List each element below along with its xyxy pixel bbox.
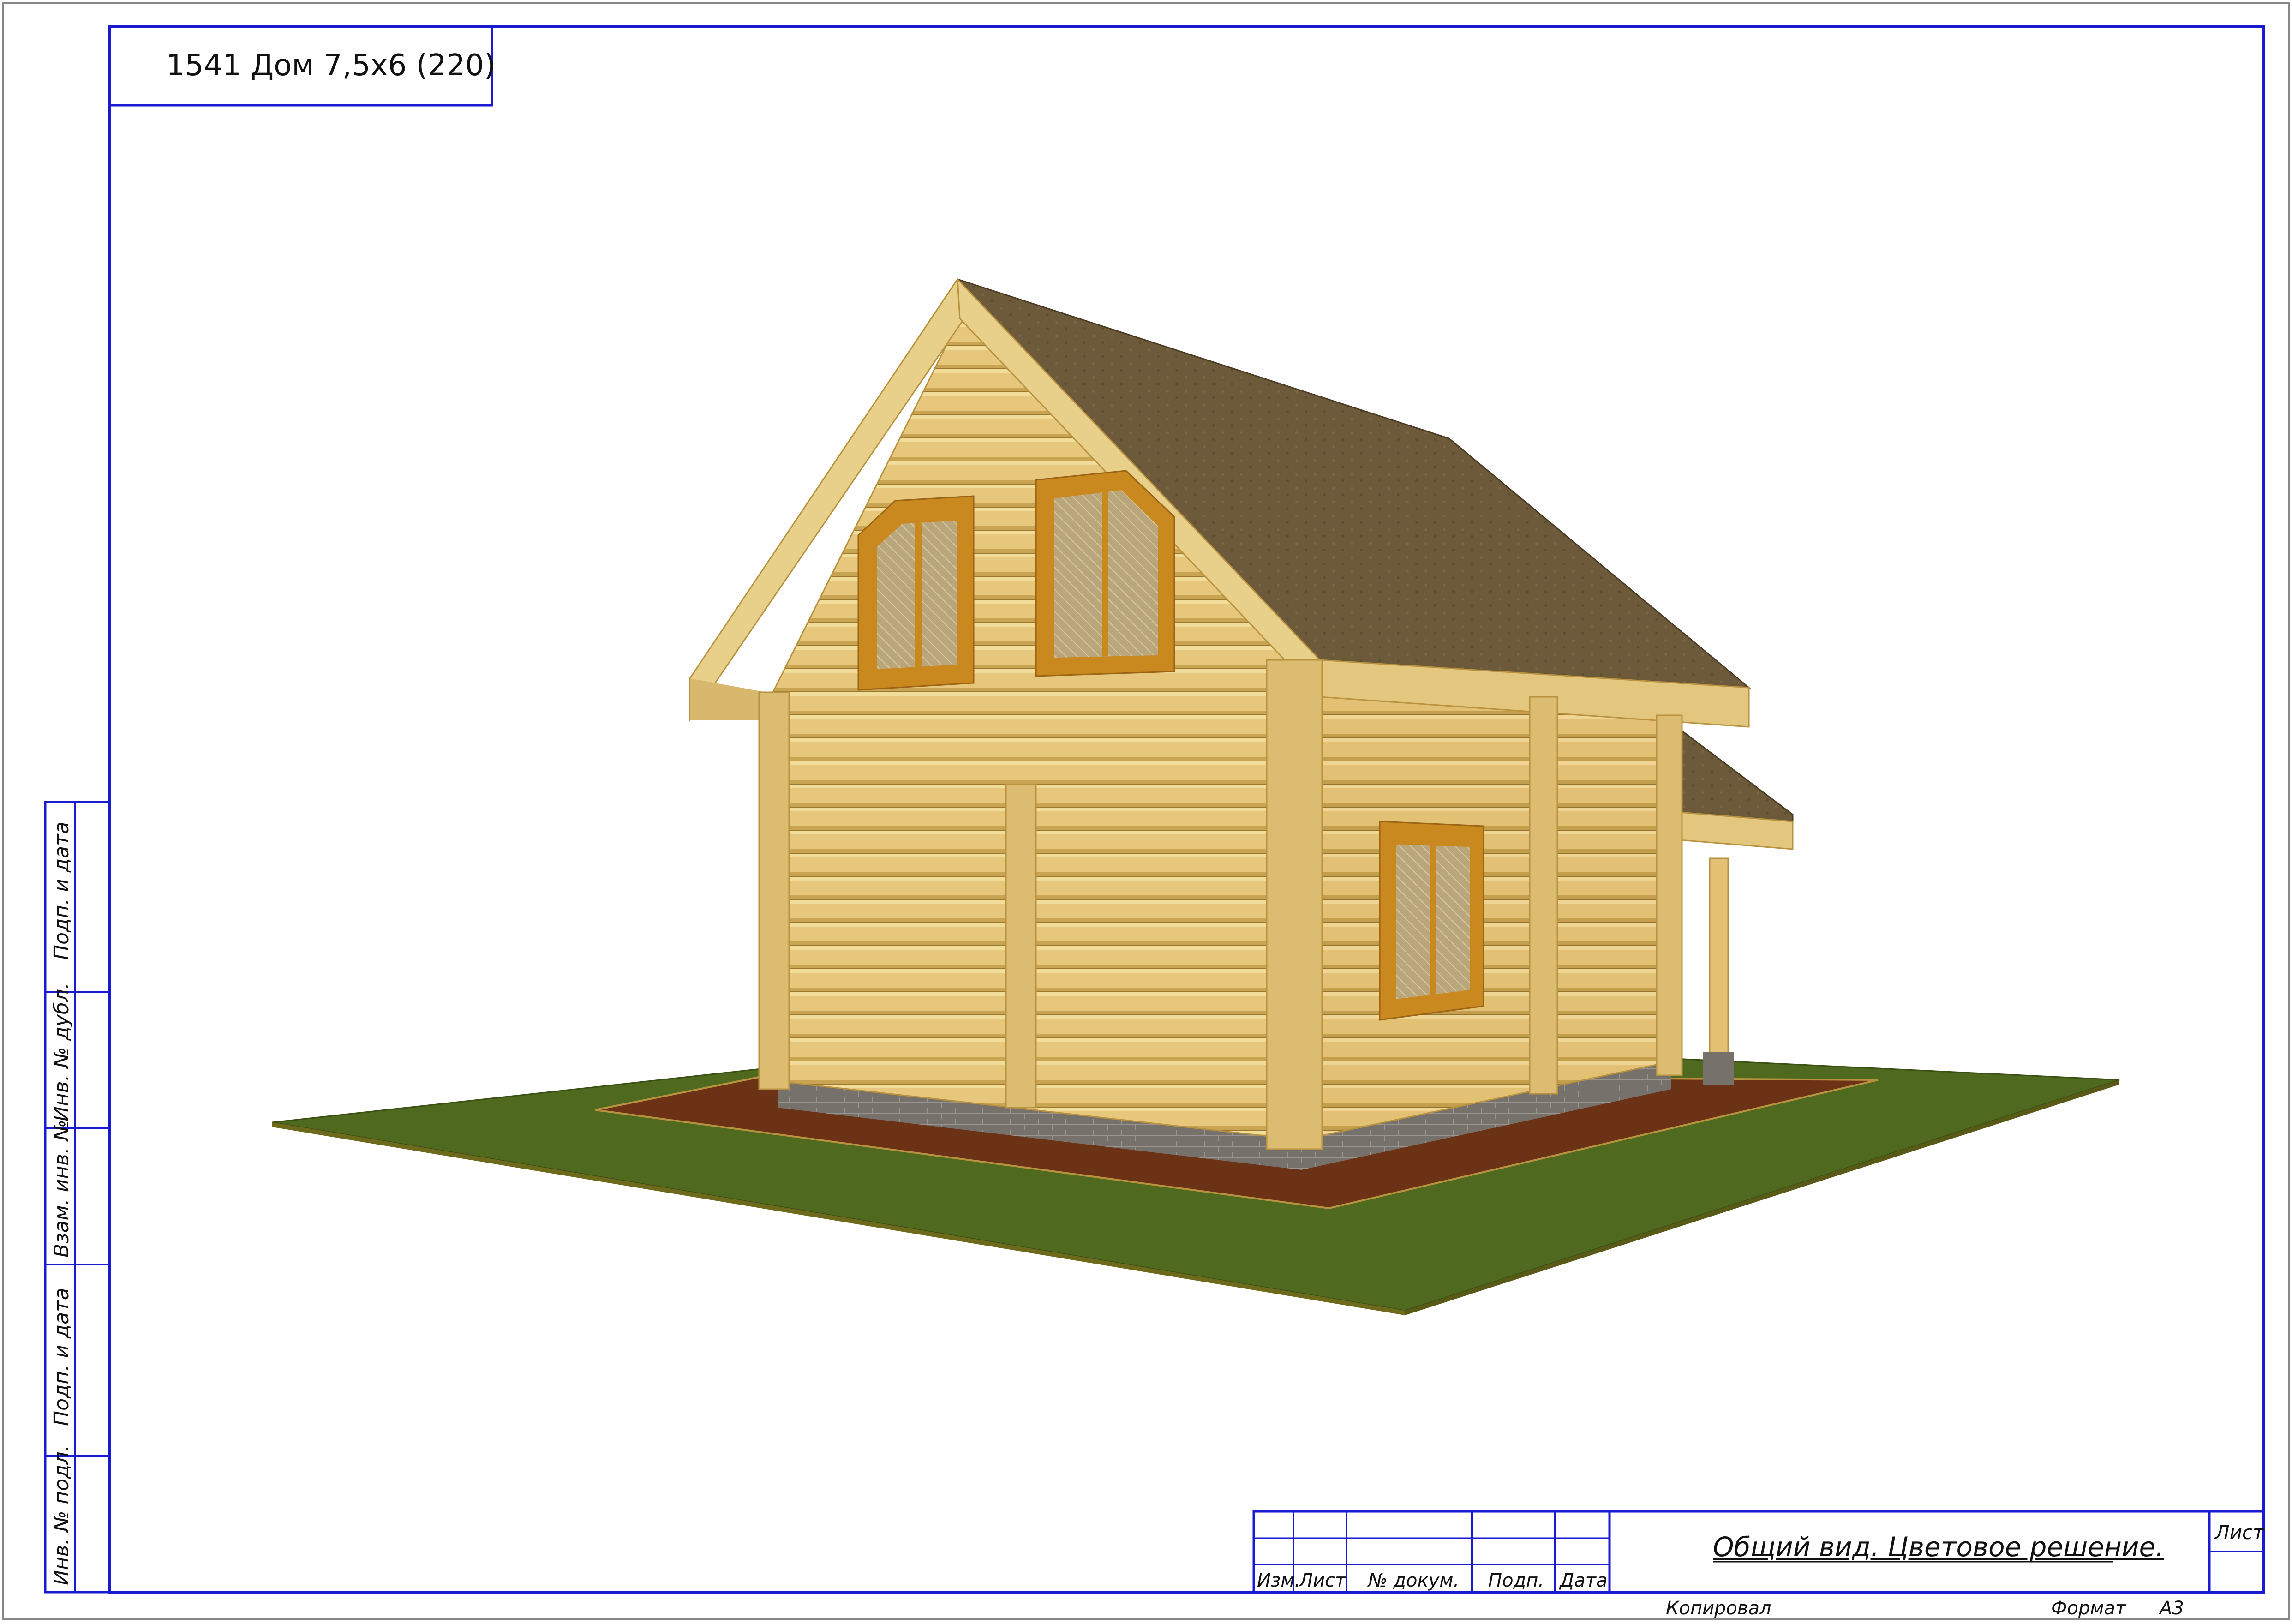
col-izm: Изм. (1257, 1570, 1300, 1591)
col-date: Дата (1559, 1570, 1608, 1591)
porch-post (1709, 857, 1729, 1058)
upper-window-right (1035, 470, 1175, 677)
col-signature: Подп. (1488, 1570, 1544, 1591)
corner-logs-right (1656, 714, 1683, 1076)
upper-window-left (857, 495, 975, 691)
side-field-4: Подп. и дата (50, 1288, 73, 1426)
wall-joint-log-right (1529, 696, 1558, 1095)
title-block: Изм. Лист № докум. Подп. Дата Общий вид.… (1252, 1510, 2265, 1619)
copied-label: Копировал (1666, 1598, 1771, 1619)
sheet-title: Общий вид. Цветовое решение. (1713, 1531, 2164, 1563)
drawing-sheet: 1541 Дом 7,5х6 (220) Подп. и дата Инв. №… (0, 0, 2292, 1622)
project-title: 1541 Дом 7,5х6 (220) (166, 48, 496, 83)
col-doc-number: № докум. (1367, 1570, 1459, 1591)
format-label: Формат (2051, 1598, 2127, 1619)
corner-logs-left (758, 691, 790, 1090)
side-field-3: Взам. инв. № (50, 1120, 73, 1258)
wall-joint-log (1005, 784, 1037, 1109)
col-list: Лист (1298, 1570, 1346, 1591)
side-field-2: Инв. № дубл. (50, 983, 73, 1121)
corner-logs-center (1266, 659, 1323, 1150)
side-field-1: Подп. и дата (50, 821, 73, 960)
side-wall (1300, 673, 1672, 1141)
house-illustration (272, 277, 2120, 1315)
side-window (1379, 821, 1484, 1021)
side-field-5: Инв. № подл. (50, 1445, 73, 1585)
format-value: А3 (2158, 1598, 2184, 1619)
drawing-canvas: 1541 Дом 7,5х6 (220) Подп. и дата Инв. №… (2, 2, 2290, 1620)
side-stamp: Подп. и дата Инв. № дубл. Взам. инв. № П… (44, 801, 111, 1594)
sheet-label: Лист (2214, 1521, 2265, 1544)
